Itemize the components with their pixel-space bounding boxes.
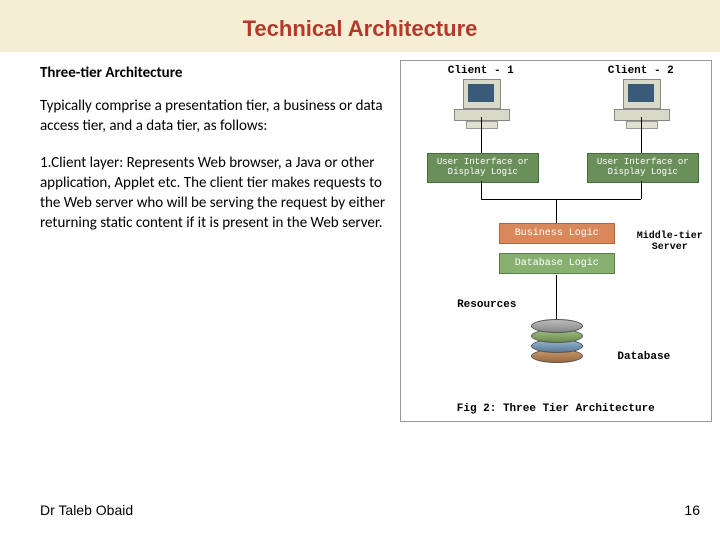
connector-line [641, 117, 642, 153]
database-label: Database [609, 351, 679, 363]
middle-tier-label: Middle-tier Server [635, 231, 705, 253]
client-1-group: Client - 1 [431, 65, 531, 123]
page-title: Technical Architecture [0, 16, 720, 42]
connector-line [481, 181, 482, 199]
resources-label: Resources [447, 299, 527, 311]
subheading: Three-tier Architecture [40, 64, 390, 82]
business-logic-box: Business Logic [499, 223, 615, 244]
title-band: Technical Architecture [0, 0, 720, 52]
content-row: Three-tier Architecture Typically compri… [0, 52, 720, 422]
intro-paragraph: Typically comprise a presentation tier, … [40, 96, 390, 137]
footer-author: Dr Taleb Obaid [40, 502, 133, 518]
connector-line [481, 199, 641, 200]
architecture-diagram: Client - 1 Client - 2 User Interface or … [400, 60, 712, 422]
point-1: 1.Client layer: Represents Web browser, … [40, 153, 390, 234]
ui-logic-box-2: User Interface or Display Logic [587, 153, 699, 183]
ui-logic-box-1: User Interface or Display Logic [427, 153, 539, 183]
connector-line [556, 275, 557, 319]
text-column: Three-tier Architecture Typically compri… [0, 60, 400, 422]
connector-line [556, 199, 557, 223]
client-2-group: Client - 2 [591, 65, 691, 123]
client-1-label: Client - 1 [431, 65, 531, 77]
page-number: 16 [684, 502, 700, 518]
diagram-column: Client - 1 Client - 2 User Interface or … [400, 60, 720, 422]
connector-line [641, 181, 642, 199]
database-icon [531, 319, 581, 373]
connector-line [481, 117, 482, 153]
database-logic-box: Database Logic [499, 253, 615, 274]
client-2-label: Client - 2 [591, 65, 691, 77]
figure-caption: Fig 2: Three Tier Architecture [401, 403, 711, 415]
